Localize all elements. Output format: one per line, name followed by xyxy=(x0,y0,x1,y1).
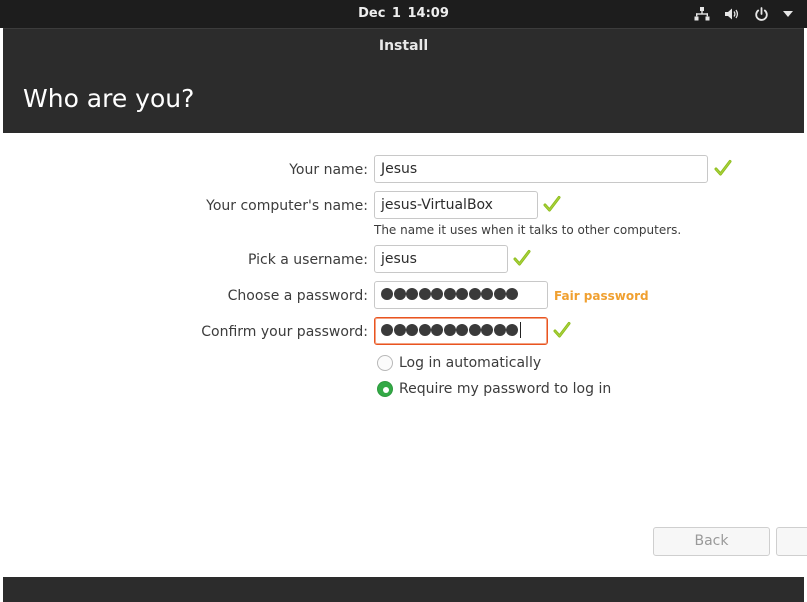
confirm-password-row: Confirm your password: xyxy=(3,317,804,347)
password-mask-dot xyxy=(381,323,393,336)
password-mask-dot xyxy=(431,323,443,336)
name-field[interactable]: Jesus xyxy=(374,155,708,183)
bottom-bar xyxy=(3,577,804,602)
password-mask-dot xyxy=(431,287,443,300)
password-mask-dot xyxy=(493,287,506,300)
password-field[interactable] xyxy=(374,281,548,309)
password-mask-dot xyxy=(481,287,493,300)
password-mask-dot xyxy=(406,287,418,300)
clock-date: Dec 1 xyxy=(358,6,401,21)
password-mask-dot xyxy=(468,323,481,336)
password-mask-dot xyxy=(456,323,468,336)
username-row: Pick a username: jesus xyxy=(3,245,804,275)
password-mask-dot xyxy=(443,287,456,300)
password-label: Choose a password: xyxy=(227,288,368,304)
password-mask-dot xyxy=(406,323,418,336)
computer-name-field[interactable]: jesus-VirtualBox xyxy=(374,191,538,219)
password-mask-dot xyxy=(418,287,431,300)
computer-name-row: Your computer's name: jesus-VirtualBox xyxy=(3,191,804,221)
power-icon[interactable] xyxy=(754,6,769,22)
password-strength: Fair password xyxy=(554,289,649,303)
password-mask-dot xyxy=(456,287,468,300)
top-bar: Dec 1 14:09 xyxy=(0,0,807,28)
password-mask-dot xyxy=(481,323,493,336)
require-password-option[interactable]: Require my password to log in xyxy=(377,378,611,400)
window-header: Install Who are you? xyxy=(3,28,804,134)
volume-icon[interactable] xyxy=(724,7,740,21)
name-label: Your name: xyxy=(289,162,368,178)
confirm-password-label: Confirm your password: xyxy=(201,324,368,340)
chevron-down-icon[interactable] xyxy=(783,11,793,17)
password-mask-dot xyxy=(506,287,518,300)
login-automatically-option[interactable]: Log in automatically xyxy=(377,352,541,374)
password-mask-dot xyxy=(381,287,393,300)
name-valid-check-icon xyxy=(714,159,732,181)
network-icon[interactable] xyxy=(694,7,710,21)
computer-name-valid-check-icon xyxy=(543,195,561,217)
system-tray[interactable] xyxy=(694,0,793,28)
window-title: Install xyxy=(378,38,429,54)
password-mask-dot xyxy=(393,323,406,336)
clock[interactable]: Dec 1 14:09 xyxy=(0,0,807,28)
user-form: Your name: Jesus Your computer's name: j… xyxy=(3,133,807,577)
password-mask-dot xyxy=(443,323,456,336)
clock-time: 14:09 xyxy=(407,6,449,21)
continue-button[interactable] xyxy=(776,527,807,556)
computer-name-label: Your computer's name: xyxy=(206,198,368,214)
confirm-password-valid-check-icon xyxy=(553,321,571,343)
username-valid-check-icon xyxy=(513,249,531,271)
login-automatically-label: Log in automatically xyxy=(399,355,542,371)
installer-window: Install Who are you? Your name: Jesus Yo… xyxy=(3,28,807,602)
password-mask-dot xyxy=(506,323,518,336)
login-automatically-radio[interactable] xyxy=(377,355,393,371)
page-title: Who are you? xyxy=(23,84,195,113)
text-caret xyxy=(519,321,521,338)
require-password-label: Require my password to log in xyxy=(399,381,612,397)
username-label: Pick a username: xyxy=(247,252,368,268)
password-mask-dot xyxy=(468,287,481,300)
password-row: Choose a password: Fair password xyxy=(3,281,804,311)
confirm-password-field[interactable] xyxy=(374,317,548,345)
password-mask-dot xyxy=(418,323,431,336)
username-field[interactable]: jesus xyxy=(374,245,508,273)
name-row: Your name: Jesus xyxy=(3,155,804,185)
back-button[interactable]: Back xyxy=(653,527,770,556)
require-password-radio[interactable] xyxy=(377,381,393,397)
password-mask-dot xyxy=(393,287,406,300)
password-mask-dot xyxy=(493,323,506,336)
computer-name-hint: The name it uses when it talks to other … xyxy=(374,223,682,237)
